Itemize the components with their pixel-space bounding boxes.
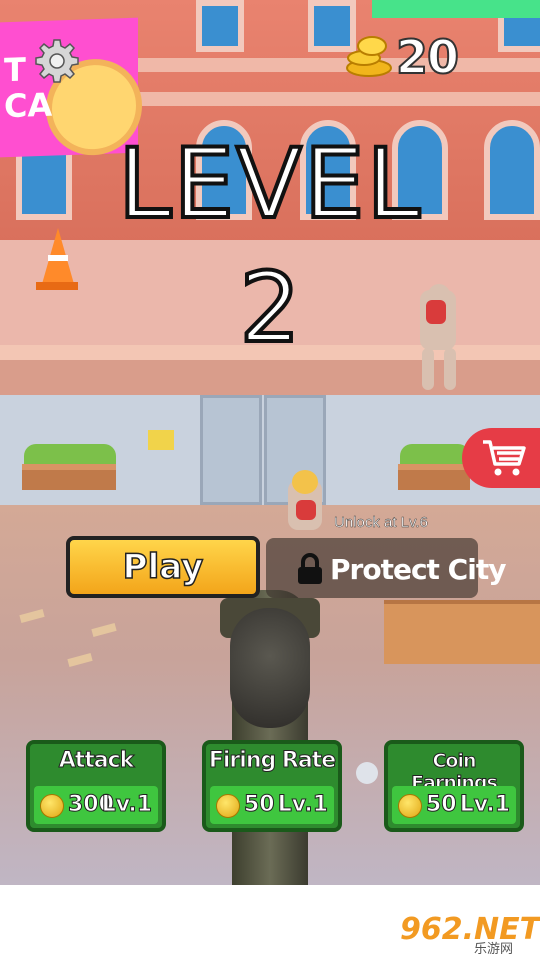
- coin-icon: [216, 794, 240, 818]
- gear-icon: [35, 39, 79, 83]
- shop-button[interactable]: [462, 428, 540, 488]
- upgrade-cost-bar: 50 Lv.1: [210, 786, 334, 824]
- settings-button[interactable]: [34, 38, 80, 84]
- coin-count: 20: [395, 29, 460, 85]
- upgrade-cost-bar: 300 Lv.1: [34, 786, 158, 824]
- health-bar: [372, 0, 540, 18]
- planter-box: [398, 464, 470, 490]
- upgrade-cost: 50: [426, 792, 458, 818]
- play-button[interactable]: Play: [66, 536, 260, 598]
- watermark-main: 962.NET: [400, 912, 540, 947]
- sniper-scope: [230, 608, 310, 728]
- cart-icon: [483, 440, 526, 476]
- zombie-blood: [296, 500, 316, 520]
- watermark-logo: 962.NET 乐游网: [400, 912, 540, 956]
- upgrade-coin-earnings-button[interactable]: Coin Earnings 50 Lv.1: [384, 740, 524, 832]
- store-poster: [148, 430, 174, 450]
- protect-city-label: Protect City: [330, 553, 506, 586]
- bench: [384, 600, 540, 664]
- coin-icon: [398, 794, 422, 818]
- upgrade-title: Attack: [58, 748, 135, 774]
- watermark-sub: 乐游网: [474, 941, 514, 956]
- coin-stack-icon: [344, 32, 394, 78]
- unlock-note: Unlock at Lv.6: [334, 514, 428, 531]
- upgrade-level: Lv.1: [277, 792, 328, 818]
- projectile: [356, 762, 378, 784]
- upgrade-cost-bar: 50 Lv.1: [392, 786, 516, 824]
- upgrade-firing-rate-button[interactable]: Firing Rate 50 Lv.1: [202, 740, 342, 832]
- store-door: [200, 395, 262, 505]
- upgrade-attack-button[interactable]: Attack 300 Lv.1: [26, 740, 166, 832]
- lock-icon: [295, 553, 325, 585]
- upgrade-level: Lv.1: [459, 792, 510, 818]
- upgrade-level: Lv.1: [101, 792, 152, 818]
- level-number: 2: [237, 250, 302, 366]
- planter-box: [22, 464, 116, 490]
- upgrade-cost: 50: [244, 792, 276, 818]
- upgrade-title: Firing Rate: [208, 748, 336, 774]
- coin-icon: [40, 794, 64, 818]
- curb-front: [0, 360, 540, 395]
- building-window: [196, 0, 244, 52]
- level-label: LEVEL: [116, 126, 422, 242]
- zombie-head: [292, 470, 318, 494]
